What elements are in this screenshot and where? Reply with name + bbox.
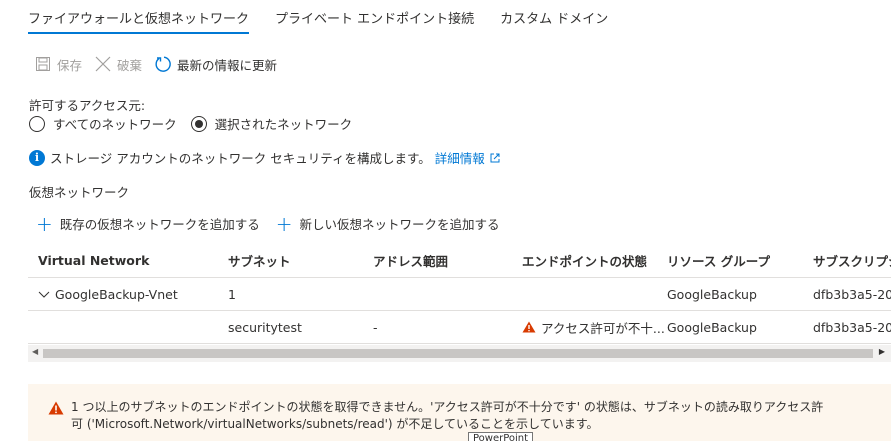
plus-icon: + (36, 211, 53, 236)
tooltip: PowerPoint (468, 432, 534, 441)
col-header-subnet[interactable]: サブネット (228, 244, 373, 277)
info-message: i ストレージ アカウントのネットワーク セキュリティを構成します。 詳細情報 (29, 148, 501, 167)
save-button[interactable]: 保存 (34, 55, 82, 74)
add-existing-vnet-button[interactable]: + 既存の仮想ネットワークを追加する (36, 211, 260, 236)
info-text: ストレージ アカウントのネットワーク セキュリティを構成します。 (50, 151, 431, 166)
access-radio-group: すべてのネットワーク 選択されたネットワーク (29, 114, 366, 133)
add-new-vnet-button[interactable]: + 新しい仮想ネットワークを追加する (275, 211, 500, 236)
warning-icon (522, 321, 536, 333)
external-link-icon (490, 153, 500, 162)
refresh-icon (154, 55, 172, 73)
subnet-cell: securitytest (228, 319, 302, 335)
warning-text: 1 つ以上のサブネットのエンドポイントの状態を取得できません。'アクセス許可が不… (71, 400, 824, 431)
subscription-cell: dfb3b3a5-20 (813, 286, 891, 302)
info-icon: i (29, 149, 45, 166)
subnet-cell: 1 (228, 286, 236, 302)
table-header: Virtual Network サブネット アドレス範囲 エンドポイントの状態 … (28, 244, 891, 278)
vnet-actions: + 既存の仮想ネットワークを追加する + 新しい仮想ネットワークを追加する (36, 211, 516, 236)
col-header-address[interactable]: アドレス範囲 (373, 244, 523, 277)
table-row[interactable]: GoogleBackup-Vnet 1 GoogleBackup dfb3b3a… (28, 278, 891, 311)
radio-all-networks-label: すべてのネットワーク (53, 117, 177, 132)
refresh-label: 最新の情報に更新 (177, 57, 278, 73)
radio-all-networks[interactable]: すべてのネットワーク (29, 114, 177, 133)
vnet-section-title: 仮想ネットワーク (29, 185, 130, 200)
col-header-vnet[interactable]: Virtual Network (38, 244, 228, 277)
access-label: 許可するアクセス元: (29, 98, 146, 113)
tab-firewall-vnet[interactable]: ファイアウォールと仮想ネットワーク (28, 0, 250, 34)
discard-button[interactable]: 破棄 (94, 55, 142, 74)
tab-custom-domain[interactable]: カスタム ドメイン (500, 0, 608, 34)
col-header-subscription[interactable]: サブスクリプシ (813, 244, 891, 277)
rg-cell: GoogleBackup (667, 286, 757, 302)
vnet-cell (38, 311, 228, 343)
address-cell (373, 278, 523, 310)
table-row[interactable]: securitytest - アクセス許可が不十... GoogleBackup… (28, 311, 891, 344)
radio-circle (29, 115, 45, 132)
col-header-status[interactable]: エンドポイントの状態 (522, 244, 667, 277)
status-cell (522, 278, 667, 310)
status-cell: アクセス許可が不十... (522, 311, 667, 343)
scrollbar-thumb[interactable] (43, 349, 873, 358)
horizontal-scrollbar[interactable]: ◀ ▶ (28, 345, 891, 362)
scroll-left-icon[interactable]: ◀ (32, 347, 38, 356)
vnet-cell[interactable]: GoogleBackup-Vnet (38, 278, 228, 310)
address-cell: - (373, 319, 378, 335)
discard-label: 破棄 (117, 57, 143, 73)
subscription-cell: dfb3b3a5-20 (813, 319, 891, 335)
save-label: 保存 (57, 57, 83, 73)
refresh-button[interactable]: 最新の情報に更新 (154, 55, 277, 74)
radio-selected-networks[interactable]: 選択されたネットワーク (190, 114, 353, 133)
learn-more-link[interactable]: 詳細情報 (435, 148, 501, 167)
warning-banner: 1 つ以上のサブネットのエンドポイントの状態を取得できません。'アクセス許可が不… (28, 384, 891, 441)
col-header-rg[interactable]: リソース グループ (667, 244, 812, 277)
plus-icon: + (275, 211, 293, 236)
command-bar: 保存 破棄 最新の情報に更新 (34, 52, 289, 76)
scroll-right-icon[interactable]: ▶ (879, 347, 885, 356)
radio-selected-networks-label: 選択されたネットワーク (214, 117, 353, 132)
close-icon (94, 55, 112, 73)
tab-private-endpoint[interactable]: プライベート エンドポイント接続 (275, 0, 474, 34)
chevron-down-icon[interactable] (38, 287, 52, 302)
tab-bar: ファイアウォールと仮想ネットワーク プライベート エンドポイント接続 カスタム … (28, 0, 634, 34)
vnet-table: Virtual Network サブネット アドレス範囲 エンドポイントの状態 … (28, 244, 891, 344)
radio-circle-selected (190, 115, 207, 132)
rg-cell: GoogleBackup (667, 319, 757, 335)
warning-icon (48, 401, 64, 415)
save-icon (34, 55, 52, 73)
